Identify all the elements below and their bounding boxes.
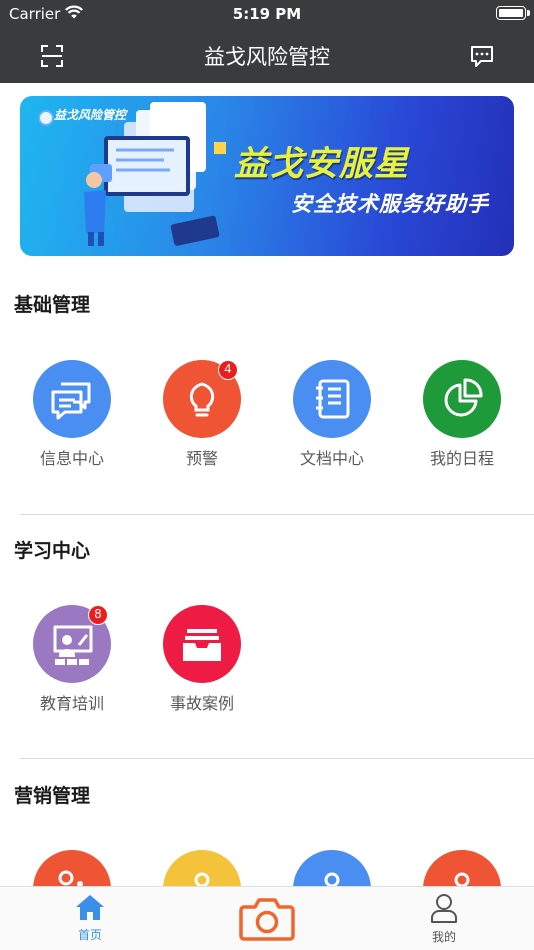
inbox-icon xyxy=(183,629,221,661)
info-center-label: 信息中心 xyxy=(39,449,104,468)
grid-item-education-training[interactable]: 8 教育培训 xyxy=(12,605,132,714)
warning-icon-bg: 4 xyxy=(163,360,241,438)
status-bar: Carrier 5:19 PM xyxy=(0,0,534,28)
document-center-icon-bg xyxy=(293,360,371,438)
message-icon[interactable] xyxy=(468,42,496,70)
grid-item-document-center[interactable]: 文档中心 xyxy=(272,360,392,469)
grid-item-warning[interactable]: 4 预警 xyxy=(142,360,262,469)
my-schedule-icon-bg xyxy=(423,360,501,438)
section-divider xyxy=(20,758,534,759)
banner-illustration xyxy=(84,102,226,246)
education-training-label: 教育培训 xyxy=(39,694,104,713)
banner-title: 益戈安服星 xyxy=(234,144,409,184)
warning-label: 预警 xyxy=(185,449,218,468)
section-title-marketing-management: 营销管理 xyxy=(14,785,91,807)
brand-logo xyxy=(38,110,54,126)
tab-bar: 首页 我的 xyxy=(0,886,534,950)
pie-chart-icon xyxy=(444,378,483,417)
warning-badge: 4 xyxy=(218,360,238,380)
banner-brand-text: 益戈风险管控 xyxy=(54,108,127,122)
tab-mine-label: 我的 xyxy=(431,930,456,944)
tab-mine[interactable]: 我的 xyxy=(414,893,474,945)
chat-icon xyxy=(51,382,91,420)
education-training-icon-bg: 8 xyxy=(33,605,111,683)
section-title-basic-management: 基础管理 xyxy=(14,294,91,316)
navigation-bar: 益戈风险管控 xyxy=(0,28,534,83)
promo-banner[interactable]: 益戈风险管控 益戈安服星 安全技术服务好助手 xyxy=(20,96,514,256)
grid-item-info-center[interactable]: 信息中心 xyxy=(12,360,132,469)
clock: 5:19 PM xyxy=(232,5,302,23)
notebook-icon xyxy=(316,379,350,419)
battery-icon xyxy=(496,6,526,20)
document-center-label: 文档中心 xyxy=(299,449,364,468)
page-title: 益戈风险管控 xyxy=(204,45,330,69)
user-icon xyxy=(431,894,457,923)
accident-cases-icon-bg xyxy=(163,605,241,683)
section-title-learning-center: 学习中心 xyxy=(14,540,91,562)
battery-tip xyxy=(527,10,530,16)
camera-icon xyxy=(239,898,295,941)
section-divider xyxy=(20,514,534,515)
my-schedule-label: 我的日程 xyxy=(429,449,494,468)
tab-home-label: 首页 xyxy=(77,928,102,942)
home-icon xyxy=(76,895,104,920)
accident-cases-label: 事故案例 xyxy=(169,694,234,713)
grid-item-accident-cases[interactable]: 事故案例 xyxy=(142,605,262,714)
tab-camera[interactable] xyxy=(238,897,296,943)
info-center-icon-bg xyxy=(33,360,111,438)
education-training-badge: 8 xyxy=(88,605,108,625)
tab-home[interactable]: 首页 xyxy=(60,893,120,943)
grid-item-my-schedule[interactable]: 我的日程 xyxy=(402,360,522,469)
banner-subtitle: 安全技术服务好助手 xyxy=(291,192,489,216)
